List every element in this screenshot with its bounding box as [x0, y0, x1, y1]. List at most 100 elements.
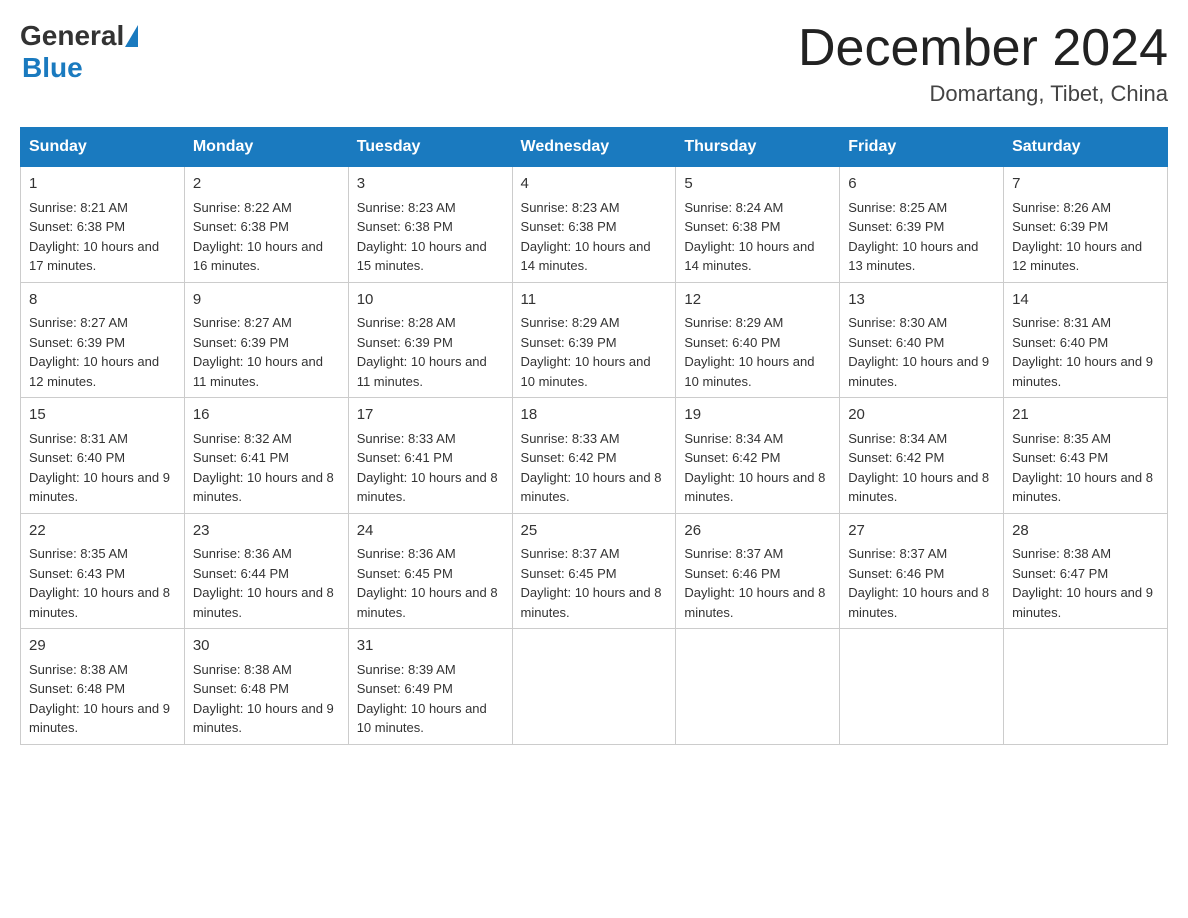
- calendar-table: SundayMondayTuesdayWednesdayThursdayFrid…: [20, 127, 1168, 745]
- day-of-week-header: Wednesday: [512, 128, 676, 167]
- day-number: 29: [29, 635, 176, 658]
- calendar-day-cell: 6Sunrise: 8:25 AMSunset: 6:39 PMDaylight…: [840, 167, 1004, 283]
- calendar-day-cell: 26Sunrise: 8:37 AMSunset: 6:46 PMDayligh…: [676, 513, 840, 629]
- calendar-week-row: 22Sunrise: 8:35 AMSunset: 6:43 PMDayligh…: [21, 513, 1168, 629]
- day-info: Sunrise: 8:21 AMSunset: 6:38 PMDaylight:…: [29, 198, 176, 276]
- day-number: 11: [521, 289, 668, 312]
- calendar-day-cell: 18Sunrise: 8:33 AMSunset: 6:42 PMDayligh…: [512, 398, 676, 514]
- day-number: 19: [684, 404, 831, 427]
- day-number: 18: [521, 404, 668, 427]
- calendar-day-cell: 17Sunrise: 8:33 AMSunset: 6:41 PMDayligh…: [348, 398, 512, 514]
- calendar-day-cell: 15Sunrise: 8:31 AMSunset: 6:40 PMDayligh…: [21, 398, 185, 514]
- day-number: 16: [193, 404, 340, 427]
- day-number: 26: [684, 520, 831, 543]
- calendar-day-cell: 13Sunrise: 8:30 AMSunset: 6:40 PMDayligh…: [840, 282, 1004, 398]
- logo-general-text: General: [20, 20, 124, 52]
- day-info: Sunrise: 8:33 AMSunset: 6:42 PMDaylight:…: [521, 429, 668, 507]
- calendar-day-cell: 7Sunrise: 8:26 AMSunset: 6:39 PMDaylight…: [1004, 167, 1168, 283]
- calendar-day-cell: [840, 629, 1004, 745]
- day-info: Sunrise: 8:36 AMSunset: 6:44 PMDaylight:…: [193, 544, 340, 622]
- day-info: Sunrise: 8:29 AMSunset: 6:40 PMDaylight:…: [684, 313, 831, 391]
- day-number: 7: [1012, 173, 1159, 196]
- logo-triangle-icon: [125, 25, 138, 47]
- day-info: Sunrise: 8:23 AMSunset: 6:38 PMDaylight:…: [521, 198, 668, 276]
- day-of-week-header: Sunday: [21, 128, 185, 167]
- day-number: 21: [1012, 404, 1159, 427]
- calendar-week-row: 1Sunrise: 8:21 AMSunset: 6:38 PMDaylight…: [21, 167, 1168, 283]
- day-of-week-header: Monday: [184, 128, 348, 167]
- day-info: Sunrise: 8:33 AMSunset: 6:41 PMDaylight:…: [357, 429, 504, 507]
- day-number: 31: [357, 635, 504, 658]
- calendar-header-row: SundayMondayTuesdayWednesdayThursdayFrid…: [21, 128, 1168, 167]
- location-title: Domartang, Tibet, China: [798, 81, 1168, 107]
- calendar-day-cell: 29Sunrise: 8:38 AMSunset: 6:48 PMDayligh…: [21, 629, 185, 745]
- day-number: 22: [29, 520, 176, 543]
- day-info: Sunrise: 8:26 AMSunset: 6:39 PMDaylight:…: [1012, 198, 1159, 276]
- calendar-day-cell: [1004, 629, 1168, 745]
- day-info: Sunrise: 8:39 AMSunset: 6:49 PMDaylight:…: [357, 660, 504, 738]
- calendar-week-row: 29 Sunrise: 8:38 AMSunset: 6:48 PMDayligh…: [21, 629, 1168, 745]
- day-of-week-header: Tuesday: [348, 128, 512, 167]
- calendar-day-cell: 30Sunrise: 8:38 AMSunset: 6:48 PMDayligh…: [184, 629, 348, 745]
- day-info: Sunrise: 8:36 AMSunset: 6:45 PMDaylight:…: [357, 544, 504, 622]
- day-number: 15: [29, 404, 176, 427]
- day-number: 6: [848, 173, 995, 196]
- calendar-day-cell: [676, 629, 840, 745]
- day-number: 24: [357, 520, 504, 543]
- day-number: 13: [848, 289, 995, 312]
- day-info: Sunrise: 8:30 AMSunset: 6:40 PMDaylight:…: [848, 313, 995, 391]
- day-info: Sunrise: 8:27 AMSunset: 6:39 PMDaylight:…: [193, 313, 340, 391]
- calendar-day-cell: 20Sunrise: 8:34 AMSunset: 6:42 PMDayligh…: [840, 398, 1004, 514]
- day-info: Sunrise: 8:24 AMSunset: 6:38 PMDaylight:…: [684, 198, 831, 276]
- day-number: 14: [1012, 289, 1159, 312]
- calendar-day-cell: 21Sunrise: 8:35 AMSunset: 6:43 PMDayligh…: [1004, 398, 1168, 514]
- day-info: Sunrise: 8:34 AMSunset: 6:42 PMDaylight:…: [684, 429, 831, 507]
- calendar-day-cell: 5Sunrise: 8:24 AMSunset: 6:38 PMDaylight…: [676, 167, 840, 283]
- calendar-day-cell: 11Sunrise: 8:29 AMSunset: 6:39 PMDayligh…: [512, 282, 676, 398]
- day-number: 2: [193, 173, 340, 196]
- logo-blue-text: Blue: [22, 52, 83, 84]
- calendar-day-cell: 14Sunrise: 8:31 AMSunset: 6:40 PMDayligh…: [1004, 282, 1168, 398]
- day-number: 30: [193, 635, 340, 658]
- day-info: Sunrise: 8:35 AMSunset: 6:43 PMDaylight:…: [1012, 429, 1159, 507]
- calendar-day-cell: 28Sunrise: 8:38 AMSunset: 6:47 PMDayligh…: [1004, 513, 1168, 629]
- day-number: 1: [29, 173, 176, 196]
- day-info: Sunrise: 8:38 AMSunset: 6:48 PMDaylight:…: [193, 660, 340, 738]
- calendar-day-cell: 4Sunrise: 8:23 AMSunset: 6:38 PMDaylight…: [512, 167, 676, 283]
- page-header: General Blue December 2024 Domartang, Ti…: [20, 20, 1168, 107]
- calendar-day-cell: 31Sunrise: 8:39 AMSunset: 6:49 PMDayligh…: [348, 629, 512, 745]
- day-info: Sunrise: 8:27 AMSunset: 6:39 PMDaylight:…: [29, 313, 176, 391]
- day-info: Sunrise: 8:23 AMSunset: 6:38 PMDaylight:…: [357, 198, 504, 276]
- calendar-day-cell: [512, 629, 676, 745]
- day-number: 12: [684, 289, 831, 312]
- calendar-day-cell: 22Sunrise: 8:35 AMSunset: 6:43 PMDayligh…: [21, 513, 185, 629]
- day-info: Sunrise: 8:22 AMSunset: 6:38 PMDaylight:…: [193, 198, 340, 276]
- day-number: 8: [29, 289, 176, 312]
- calendar-day-cell: 8Sunrise: 8:27 AMSunset: 6:39 PMDaylight…: [21, 282, 185, 398]
- day-number: 5: [684, 173, 831, 196]
- day-info: Sunrise: 8:37 AMSunset: 6:46 PMDaylight:…: [684, 544, 831, 622]
- day-info: Sunrise: 8:31 AMSunset: 6:40 PMDaylight:…: [1012, 313, 1159, 391]
- day-info: Sunrise: 8:37 AMSunset: 6:45 PMDaylight:…: [521, 544, 668, 622]
- day-number: 17: [357, 404, 504, 427]
- day-number: 23: [193, 520, 340, 543]
- month-title: December 2024: [798, 20, 1168, 77]
- logo: General Blue: [20, 20, 138, 84]
- day-info: Sunrise: 8:25 AMSunset: 6:39 PMDaylight:…: [848, 198, 995, 276]
- day-number: 10: [357, 289, 504, 312]
- calendar-day-cell: 3Sunrise: 8:23 AMSunset: 6:38 PMDaylight…: [348, 167, 512, 283]
- calendar-day-cell: 2Sunrise: 8:22 AMSunset: 6:38 PMDaylight…: [184, 167, 348, 283]
- calendar-day-cell: 16Sunrise: 8:32 AMSunset: 6:41 PMDayligh…: [184, 398, 348, 514]
- day-info: Sunrise: 8:29 AMSunset: 6:39 PMDaylight:…: [521, 313, 668, 391]
- day-of-week-header: Friday: [840, 128, 1004, 167]
- calendar-day-cell: 12Sunrise: 8:29 AMSunset: 6:40 PMDayligh…: [676, 282, 840, 398]
- day-info: Sunrise: 8:31 AMSunset: 6:40 PMDaylight:…: [29, 429, 176, 507]
- calendar-day-cell: 9Sunrise: 8:27 AMSunset: 6:39 PMDaylight…: [184, 282, 348, 398]
- calendar-day-cell: 1Sunrise: 8:21 AMSunset: 6:38 PMDaylight…: [21, 167, 185, 283]
- day-number: 4: [521, 173, 668, 196]
- day-number: 25: [521, 520, 668, 543]
- day-info: Sunrise: 8:32 AMSunset: 6:41 PMDaylight:…: [193, 429, 340, 507]
- calendar-day-cell: 19Sunrise: 8:34 AMSunset: 6:42 PMDayligh…: [676, 398, 840, 514]
- day-info: Sunrise: 8:35 AMSunset: 6:43 PMDaylight:…: [29, 544, 176, 622]
- calendar-day-cell: 10Sunrise: 8:28 AMSunset: 6:39 PMDayligh…: [348, 282, 512, 398]
